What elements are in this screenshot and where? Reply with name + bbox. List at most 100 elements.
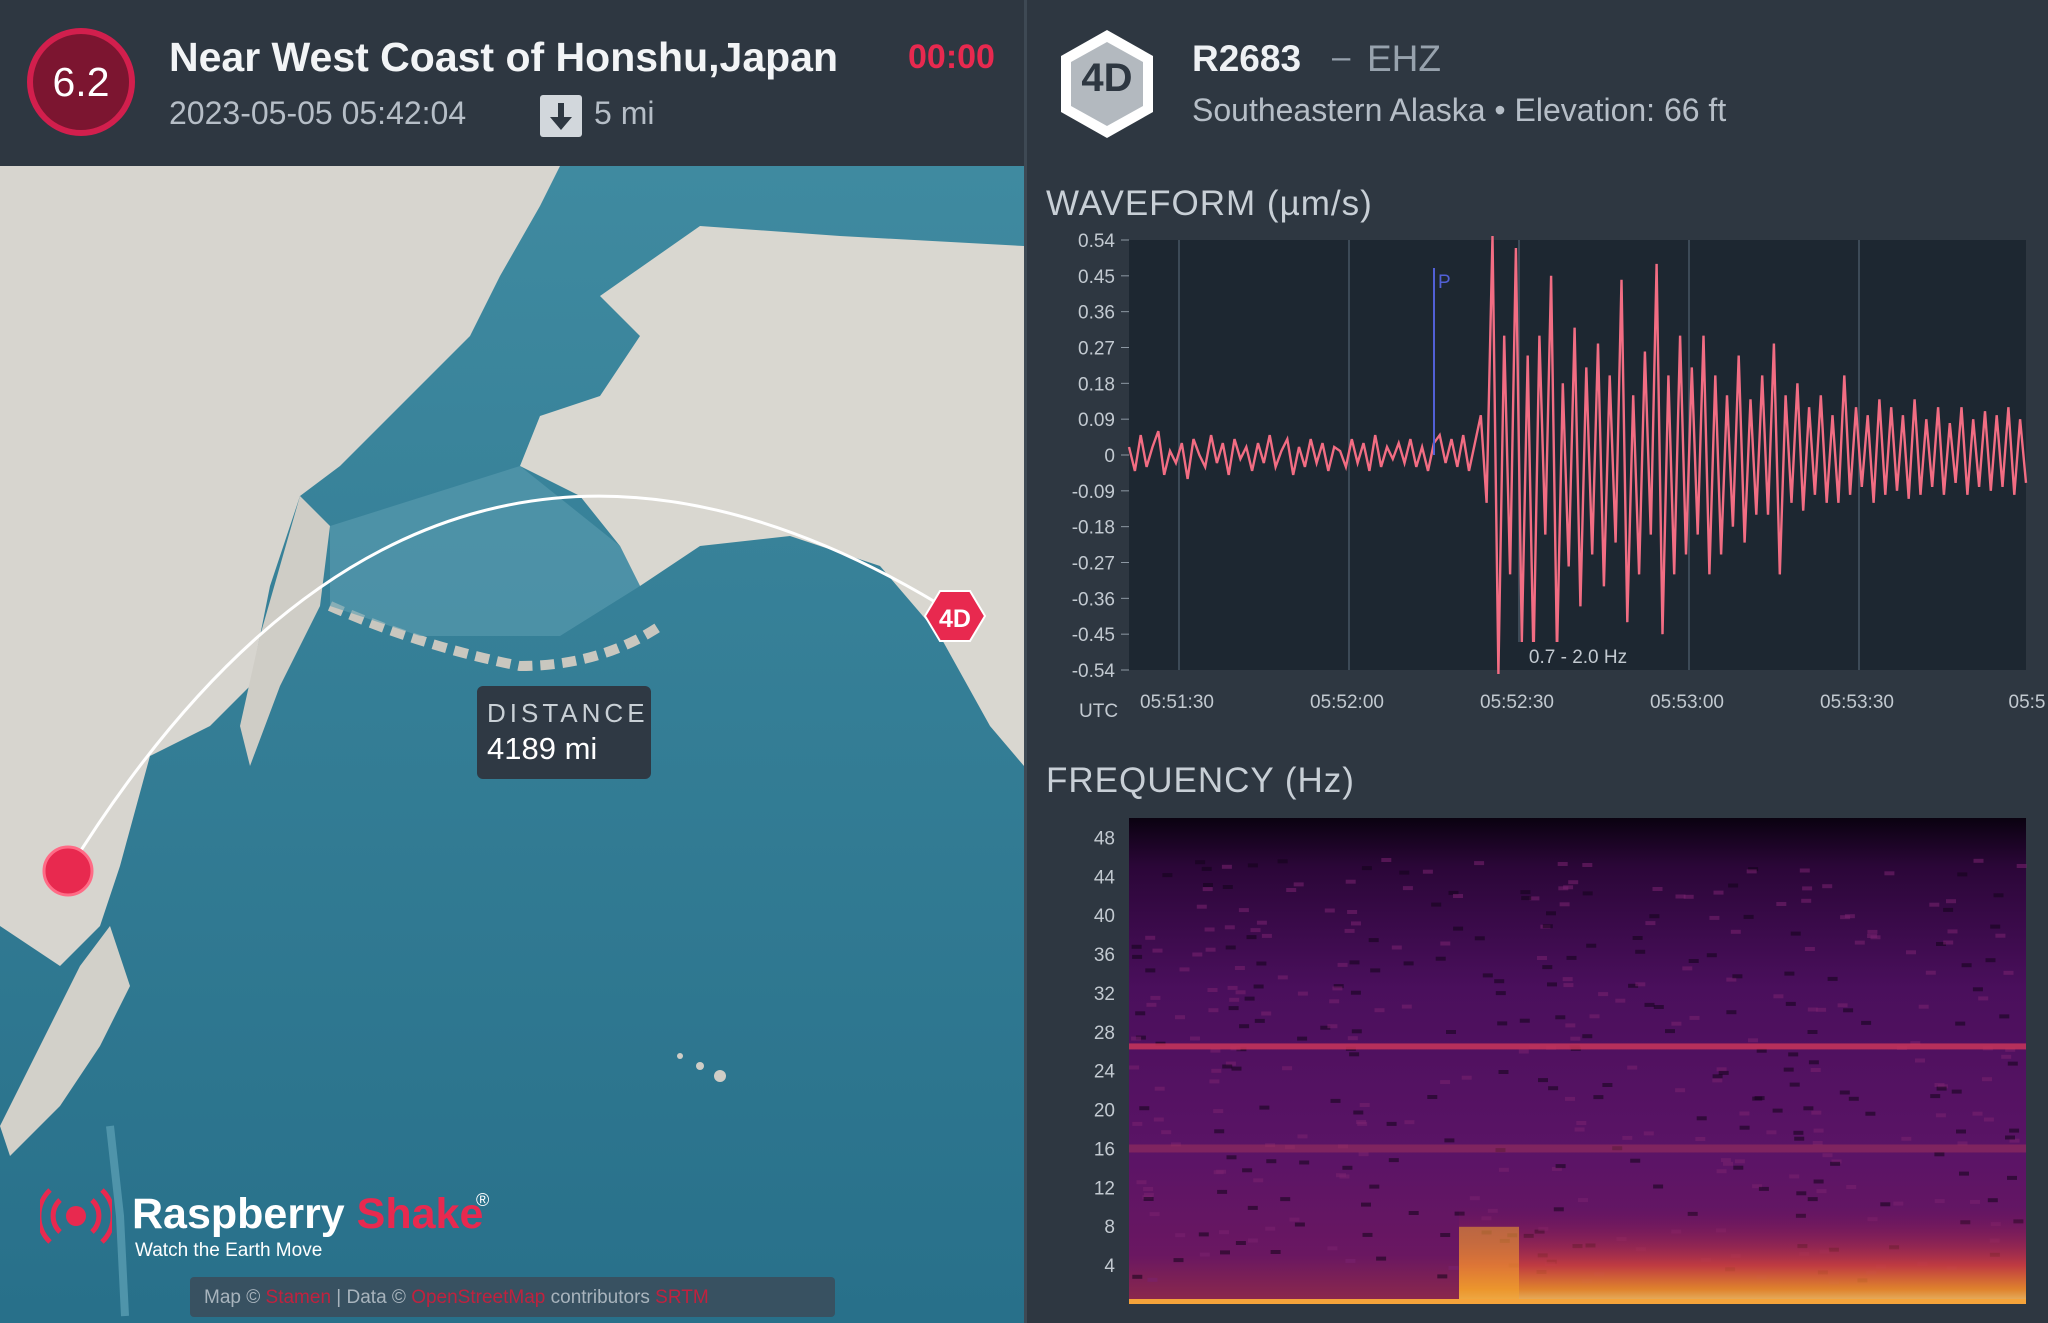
spectrogram-noise-cell — [1190, 1036, 1200, 1041]
spectrogram-noise-cell — [1632, 936, 1643, 940]
epicenter-marker[interactable] — [42, 845, 94, 897]
spectrogram-noise-cell — [1802, 886, 1813, 891]
spectrogram-noise-cell — [1689, 1015, 1700, 1020]
waveform-x-tick: 05:51:30 — [1140, 692, 1214, 713]
spectrogram-noise-cell — [1982, 1077, 1992, 1082]
spectrogram-noise-cell — [1253, 984, 1264, 989]
spectrogram-noise-cell — [1865, 1111, 1876, 1116]
spectrogram-noise-cell — [1582, 863, 1593, 867]
spectrogram-noise-cell — [1256, 961, 1267, 966]
spectrogram-noise-cell — [1344, 928, 1355, 933]
waveform-y-tick: 0.36 — [1078, 303, 1115, 324]
p-phase-label: P — [1438, 272, 1451, 293]
spectrogram-noise-cell — [1688, 959, 1699, 963]
spectrogram-noise-cell — [1983, 1117, 1994, 1122]
attribution-osm-link[interactable]: OpenStreetMap — [411, 1287, 545, 1308]
spectrogram-noise-cell — [1861, 1020, 1872, 1025]
spectrogram-noise-cell — [1546, 911, 1556, 916]
spectrogram-noise-cell — [1136, 1180, 1147, 1185]
spectrogram-noise-cell — [1635, 982, 1646, 987]
spectrogram-noise-cell — [1776, 902, 1787, 906]
spectrogram-noise-cell — [1822, 1153, 1833, 1158]
waveform-y-tick: 0.27 — [1078, 339, 1115, 360]
waveform-chart[interactable]: 05:51:30 05:52:00 05:52:30 05:53:00 05:53:30… — [1027, 230, 2048, 730]
frequency-title: FREQUENCY (Hz) — [1046, 761, 1355, 800]
spectrogram-noise-cell — [1790, 931, 1801, 936]
spectrogram-noise-cell — [1746, 869, 1757, 874]
spectrogram-noise-cell — [1675, 894, 1686, 899]
spectrogram-noise-cell — [1682, 966, 1693, 971]
spectrogram-noise-cell — [1519, 1018, 1530, 1023]
spectrogram-noise-cell — [1444, 1138, 1455, 1143]
attribution-srtm-link[interactable]: SRTM — [655, 1287, 708, 1308]
attribution-data-prefix: | Data © — [331, 1287, 412, 1308]
spectrogram-noise-cell — [1195, 860, 1206, 865]
spectrogram-noise-cell — [1149, 1212, 1160, 1217]
waveform-x-tick: 05:53:00 — [1650, 692, 1724, 713]
station-marker-label: 4D — [939, 605, 971, 633]
spectrogram-noise-cell — [1402, 886, 1413, 891]
waveform-y-tick: 0.54 — [1078, 231, 1115, 252]
logo-tagline: Watch the Earth Move — [135, 1240, 323, 1261]
spectrogram-noise-cell — [1286, 888, 1297, 892]
waveform-y-tick: 0.09 — [1078, 410, 1115, 431]
spectrogram-noise-cell — [1665, 1029, 1675, 1034]
spectrogram-noise-cell — [1586, 943, 1597, 948]
spectrogram-noise-cell — [1261, 1011, 1272, 1016]
spectrogram-noise-cell — [2009, 1128, 2020, 1133]
spectrogram-noise-cell — [1520, 890, 1531, 895]
spectrogram-noise-cell — [1270, 1250, 1281, 1254]
spectrogram-noise-cell — [1713, 890, 1724, 895]
spectrogram-noise-cell — [1537, 956, 1547, 960]
spectrogram-noise-cell — [1987, 1198, 1998, 1203]
spectrogram-noise-cell — [1732, 974, 1743, 979]
spectrogram-noise-cell — [1734, 1159, 1745, 1164]
spectrogram-noise-cell — [1593, 1095, 1604, 1100]
spectrogram-noise-cell — [1752, 1096, 1763, 1101]
spectrogram-noise-cell — [1474, 936, 1485, 941]
station-header: 4D R2683 – EHZ Southeastern Alaska • Ele… — [1027, 0, 2048, 166]
spectrogram-noise-cell — [1175, 1233, 1186, 1238]
spectrogram-noise-cell — [1959, 1171, 1969, 1176]
station-panel: 4D R2683 – EHZ Southeastern Alaska • Ele… — [1027, 0, 2048, 1323]
spectrogram-noise-cell — [1222, 885, 1233, 889]
spectrogram-noise-cell — [1221, 864, 1232, 869]
spectrogram-noise-cell — [2001, 1054, 2012, 1059]
spectrogram-noise-cell — [1259, 1105, 1270, 1110]
spectrogram-y-tick: 12 — [1094, 1178, 1115, 1199]
spectrogram-noise-cell — [1342, 1165, 1353, 1170]
spectrogram-noise-cell — [1538, 1078, 1548, 1083]
spectrogram-noise-cell — [1801, 898, 1812, 903]
spectrogram-noise-cell — [1277, 859, 1288, 864]
spectrogram-noise-cell — [1498, 1070, 1509, 1074]
spectrogram-noise-cell — [1918, 1004, 1929, 1009]
spectrogram-noise-cell — [1349, 960, 1360, 965]
spectrogram-noise-cell — [1448, 1265, 1459, 1270]
spectrogram-noise-cell — [1822, 884, 1833, 889]
spectrogram-noise-cell — [1943, 907, 1954, 912]
spectrogram-noise-cell — [1219, 1230, 1229, 1235]
spectrogram-chart[interactable]: 48 44 40 36 32 28 24 20 16 12 8 4 — [1027, 810, 2048, 1310]
spectrogram-noise-cell — [1347, 910, 1358, 914]
spectrogram-noise-cell — [1213, 1109, 1224, 1114]
station-code: R2683 — [1192, 38, 1302, 79]
spectrogram-noise-cell — [1353, 1110, 1364, 1115]
waveform-x-tick: 05:52:30 — [1480, 692, 1554, 713]
spectrogram-noise-cell — [1145, 968, 1156, 973]
spectrogram-noise-cell — [1709, 915, 1720, 920]
spectrogram-noise-cell — [1224, 925, 1235, 930]
spectrogram-noise-cell — [2016, 864, 2027, 868]
spectrogram-noise-cell — [1146, 1002, 1157, 1007]
attribution-stamen-link[interactable]: Stamen — [266, 1287, 331, 1308]
spectrogram-noise-cell — [1280, 1197, 1291, 1202]
spectrogram-noise-cell — [1239, 1024, 1250, 1029]
spectrogram-noise-cell — [1349, 1052, 1360, 1057]
spectrogram-noise-cell — [1214, 1129, 1225, 1134]
spectrogram-noise-cell — [1299, 1160, 1310, 1165]
spectrogram-noise-cell — [1576, 1121, 1587, 1125]
spectrogram-noise-cell — [1548, 1086, 1559, 1091]
spectrogram-noise-cell — [1653, 1184, 1664, 1189]
spectrogram-noise-cell — [1521, 896, 1532, 901]
spectrogram-band — [1129, 1043, 2026, 1050]
spectrogram-y-tick: 32 — [1094, 984, 1115, 1005]
